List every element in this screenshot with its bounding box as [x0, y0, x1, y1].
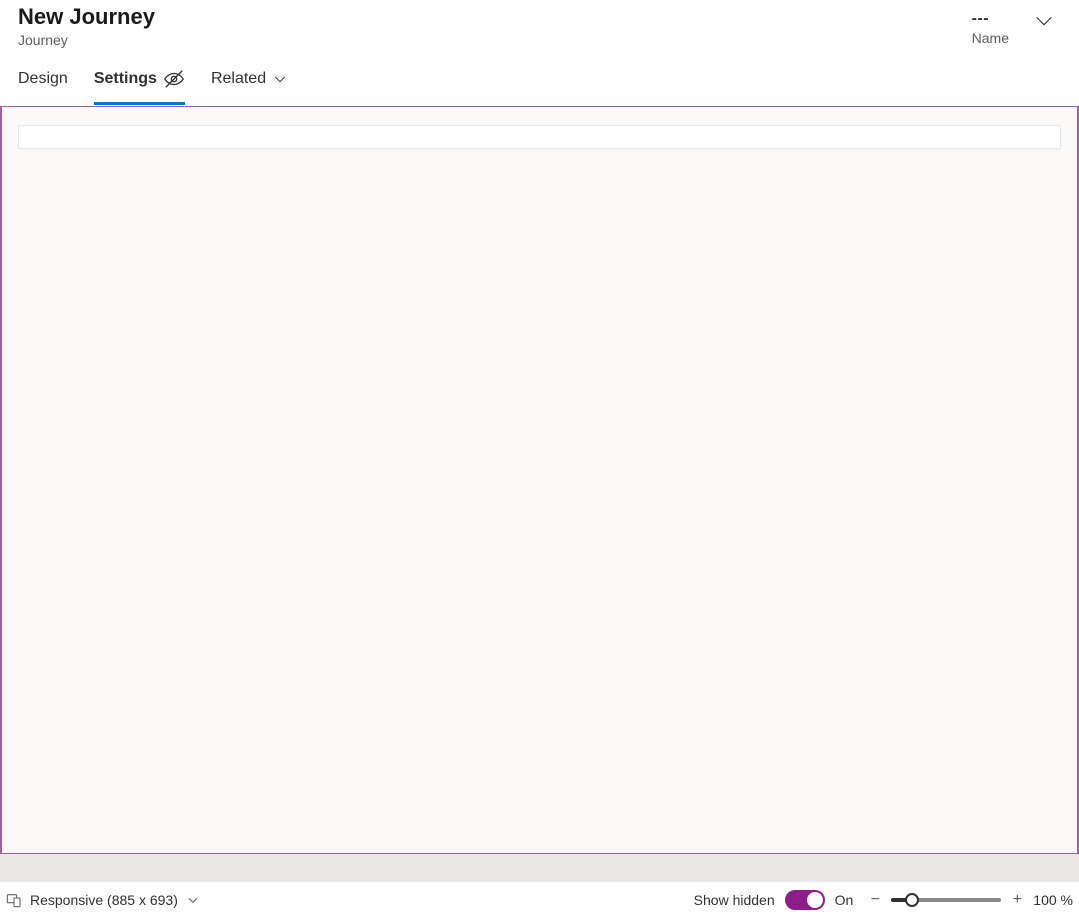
toggle-knob [807, 892, 823, 908]
toggle-state-label: On [835, 892, 854, 908]
eye-off-icon [163, 68, 185, 90]
header-title-block: New Journey Journey [18, 4, 155, 48]
page-title: New Journey [18, 4, 155, 30]
tab-related-label: Related [211, 70, 266, 88]
chevron-down-icon[interactable] [1033, 10, 1055, 32]
footer-left: Responsive (885 x 693) [6, 892, 200, 908]
zoom-out-button[interactable]: − [867, 891, 883, 909]
footer-bar: Responsive (885 x 693) Show hidden On − … [0, 882, 1079, 918]
zoom-in-button[interactable]: + [1009, 891, 1025, 909]
gap-bar [0, 854, 1079, 882]
settings-panel[interactable] [18, 125, 1061, 149]
tab-settings-label: Settings [94, 70, 157, 88]
tab-settings[interactable]: Settings [94, 68, 185, 105]
tab-design-label: Design [18, 70, 68, 88]
chevron-down-icon [272, 71, 288, 87]
slider-knob[interactable] [905, 893, 919, 907]
header-right: --- Name [972, 4, 1061, 46]
page-header: New Journey Journey --- Name [0, 0, 1079, 58]
name-label: Name [972, 30, 1009, 46]
show-hidden-control: Show hidden On [694, 890, 854, 910]
tabs-bar: Design Settings Related [0, 58, 1079, 106]
name-field[interactable]: --- Name [972, 10, 1009, 46]
show-hidden-toggle[interactable] [785, 890, 825, 910]
show-hidden-label: Show hidden [694, 892, 775, 908]
chevron-down-icon[interactable] [186, 893, 200, 907]
tab-related[interactable]: Related [211, 68, 288, 105]
footer-right: Show hidden On − + 100 % [694, 890, 1073, 910]
responsive-label[interactable]: Responsive (885 x 693) [30, 892, 178, 908]
zoom-control: − + 100 % [867, 891, 1073, 909]
content-canvas [0, 106, 1079, 854]
tab-design[interactable]: Design [18, 68, 68, 105]
zoom-slider[interactable] [891, 898, 1001, 902]
zoom-value: 100 % [1033, 892, 1073, 908]
name-value: --- [972, 10, 989, 28]
device-icon [6, 892, 22, 908]
page-subtitle: Journey [18, 32, 155, 48]
